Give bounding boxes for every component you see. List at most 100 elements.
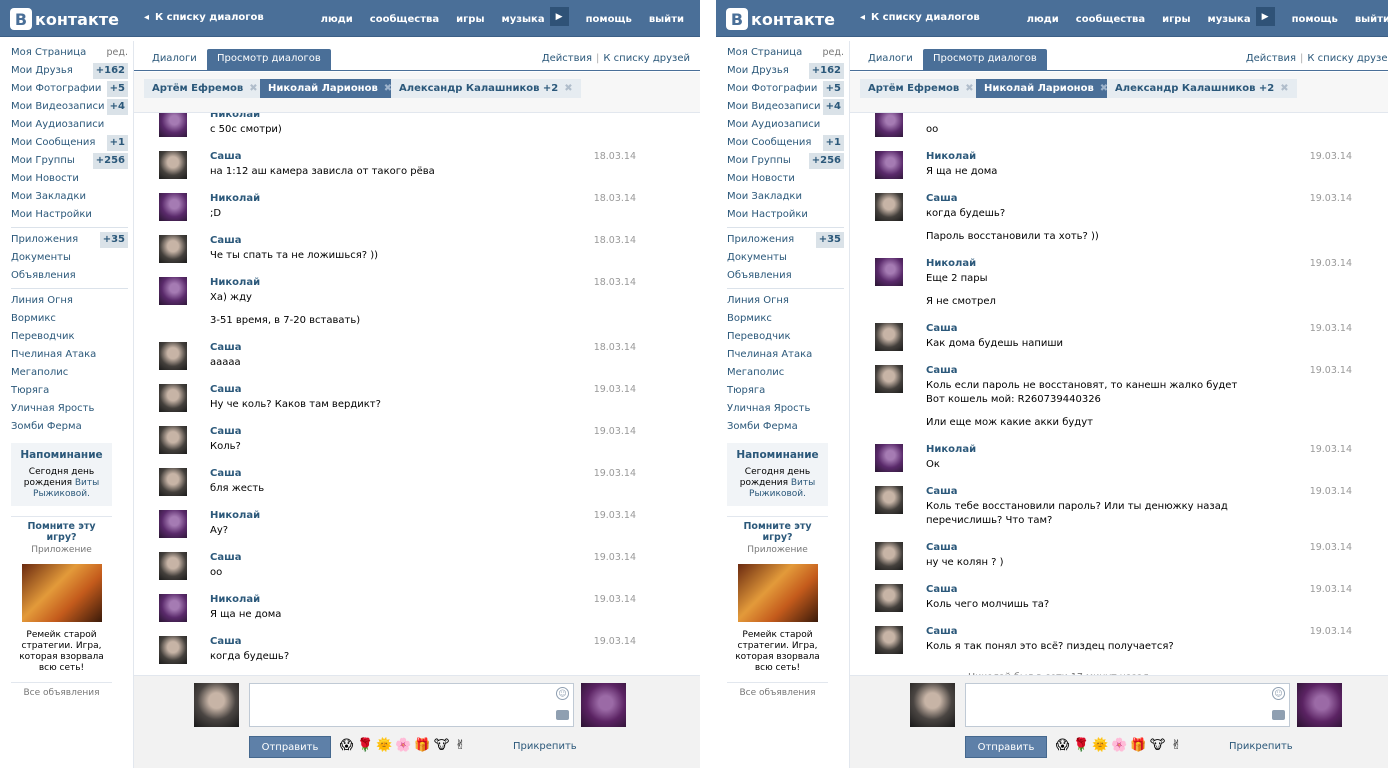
ad-text[interactable]: Ремейк старой стратегии. Игра, которая в… — [727, 630, 828, 674]
sidebar-item[interactable]: Приложения +35 — [727, 231, 844, 249]
count-badge[interactable]: +5 — [106, 81, 128, 97]
author-name[interactable]: Саша — [210, 342, 630, 356]
back-to-dialogs-link[interactable]: ◂ К списку диалогов — [144, 12, 264, 23]
tab-view-dialogs[interactable]: Просмотр диалогов — [207, 49, 331, 71]
sidebar-item[interactable]: Мои Настройки — [11, 206, 128, 224]
sidebar-game-link[interactable]: Линия Огня — [727, 292, 844, 310]
author-name[interactable]: Саша — [926, 542, 1346, 556]
tab-view-dialogs[interactable]: Просмотр диалогов — [923, 49, 1047, 71]
message[interactable]: Саша 19.03.14 когда будешь? Пароль восстано… — [875, 193, 1352, 244]
message-date[interactable]: 19.03.14 — [1310, 365, 1352, 376]
sidebar-item[interactable]: Мои Новости — [11, 170, 128, 188]
count-badge[interactable]: +4 — [822, 99, 844, 115]
message-history[interactable]: оо Николай 19.03.14 Я ща не дома Саша 19.03.1… — [850, 113, 1388, 675]
message[interactable]: Николай 19.03.14 Я ща не дома — [159, 594, 636, 622]
sidebar-item[interactable]: Мои Видеозаписи +4 — [11, 98, 128, 116]
message-date[interactable]: 19.03.14 — [594, 594, 636, 605]
sidebar-game-link[interactable]: Мегаполис — [727, 364, 844, 382]
author-avatar[interactable] — [875, 365, 903, 393]
nav-help[interactable]: помощь — [1292, 14, 1338, 25]
author-name[interactable]: Саша — [210, 468, 630, 482]
count-badge[interactable]: +162 — [808, 63, 844, 79]
sidebar-game-link[interactable]: Пчелиная Атака — [11, 346, 128, 364]
ad-image[interactable] — [737, 564, 818, 622]
message[interactable]: Саша 18.03.14 Че ты спать та не ложишься? … — [159, 235, 636, 263]
vk-logo[interactable]: Вконтакте — [726, 7, 835, 31]
play-icon[interactable]: ▶ — [1255, 7, 1275, 26]
nav-music[interactable]: музыка — [1208, 14, 1251, 25]
peer-tab[interactable]: Артём Ефремов ✖ — [144, 79, 266, 98]
sidebar-item[interactable]: Мои Сообщения +1 — [11, 134, 128, 152]
sidebar-item[interactable]: Мои Друзья +162 — [727, 62, 844, 80]
ad-title[interactable]: Помните эту игру? — [11, 521, 112, 543]
count-badge[interactable]: +256 — [92, 153, 128, 169]
send-button[interactable]: Отправить — [965, 736, 1047, 758]
author-avatar[interactable] — [875, 542, 903, 570]
message-date[interactable]: 18.03.14 — [594, 193, 636, 204]
camera-icon[interactable] — [556, 710, 569, 720]
message-date[interactable]: 19.03.14 — [1310, 258, 1352, 269]
author-name[interactable]: Саша — [926, 323, 1346, 337]
sidebar-item[interactable]: Документы — [727, 249, 844, 267]
emoji-scream[interactable]: 😱 — [1055, 738, 1070, 753]
close-icon[interactable]: ✖ — [249, 83, 257, 94]
sidebar-game-link[interactable]: Тюряга — [11, 382, 128, 400]
author-name[interactable]: Саша — [210, 151, 630, 165]
peer-tab-active[interactable]: Николай Ларионов ✖ — [976, 79, 1117, 98]
count-badge[interactable]: +1 — [106, 135, 128, 151]
author-avatar[interactable] — [159, 277, 187, 305]
author-avatar[interactable] — [159, 510, 187, 538]
message[interactable]: Николай 19.03.14 Ау? — [159, 510, 636, 538]
nav-games[interactable]: игры — [1162, 14, 1190, 25]
author-avatar[interactable] — [159, 426, 187, 454]
count-badge[interactable]: +35 — [99, 232, 128, 248]
sidebar-game-link[interactable]: Линия Огня — [11, 292, 128, 310]
tab-dialogs[interactable]: Диалоги — [858, 49, 923, 71]
message[interactable]: Саша 19.03.14 ну че колян ? ) — [875, 542, 1352, 570]
sidebar-item[interactable]: Моя Страница ред. — [727, 44, 844, 62]
author-name[interactable]: Николай — [926, 444, 1346, 458]
author-avatar[interactable] — [875, 444, 903, 472]
sidebar-game-link[interactable]: Зомби Ферма — [727, 418, 844, 436]
author-name[interactable]: Саша — [210, 384, 630, 398]
sidebar-item[interactable]: Мои Видеозаписи +4 — [727, 98, 844, 116]
message-input[interactable]: ☺ — [249, 683, 574, 727]
sidebar-item[interactable]: Мои Друзья +162 — [11, 62, 128, 80]
emoji-flower[interactable]: 🌸 — [1111, 738, 1127, 753]
author-avatar[interactable] — [875, 151, 903, 179]
my-avatar[interactable] — [194, 683, 239, 727]
sidebar-item[interactable]: Моя Страница ред. — [11, 44, 128, 62]
author-avatar[interactable] — [159, 235, 187, 263]
back-to-dialogs-link[interactable]: ◂ К списку диалогов — [860, 12, 980, 23]
all-ads-link[interactable]: Все объявления — [11, 682, 112, 698]
sidebar-game-link[interactable]: Пчелиная Атака — [727, 346, 844, 364]
count-badge[interactable]: +35 — [815, 232, 844, 248]
author-name[interactable]: Николай — [926, 258, 1346, 272]
author-name[interactable]: Николай — [210, 277, 630, 291]
attach-link[interactable]: Прикрепить — [1229, 741, 1293, 752]
sidebar-item[interactable]: Мои Группы +256 — [11, 152, 128, 170]
author-avatar[interactable] — [875, 193, 903, 221]
message-date[interactable]: 19.03.14 — [594, 426, 636, 437]
attach-link[interactable]: Прикрепить — [513, 741, 577, 752]
count-badge[interactable]: +162 — [92, 63, 128, 79]
message[interactable]: Саша 19.03.14 Коль я так понял это всё? пи… — [875, 626, 1352, 654]
sidebar-game-link[interactable]: Уличная Ярость — [11, 400, 128, 418]
send-button[interactable]: Отправить — [249, 736, 331, 758]
author-name[interactable] — [926, 113, 1346, 123]
message[interactable]: Саша 19.03.14 Коль чего молчишь та? — [875, 584, 1352, 612]
message[interactable]: Саша 19.03.14 оо — [159, 552, 636, 580]
sidebar-item[interactable]: Мои Новости — [727, 170, 844, 188]
sidebar-item[interactable]: Объявления — [11, 267, 128, 285]
author-name[interactable]: Николай — [210, 510, 630, 524]
sidebar-item[interactable]: Мои Сообщения +1 — [727, 134, 844, 152]
nav-logout[interactable]: выйти — [649, 14, 684, 25]
message-input[interactable]: ☺ — [965, 683, 1290, 727]
message-date[interactable]: 19.03.14 — [1310, 542, 1352, 553]
close-icon[interactable]: ✖ — [1280, 83, 1288, 94]
nav-music[interactable]: музыка — [502, 14, 545, 25]
sidebar-game-link[interactable]: Переводчик — [11, 328, 128, 346]
peer-tab[interactable]: Александр Калашников +2 ✖ — [1107, 79, 1297, 98]
actions-link[interactable]: Действия — [542, 53, 592, 64]
sidebar-game-link[interactable]: Переводчик — [727, 328, 844, 346]
